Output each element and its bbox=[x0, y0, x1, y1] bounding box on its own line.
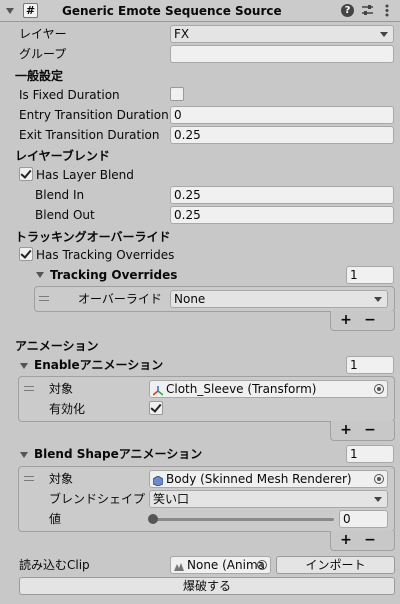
exit-transition-label: Exit Transition Duration bbox=[19, 128, 160, 142]
enable-list-footer: + − bbox=[330, 421, 395, 441]
blendshape-target-label: 対象 bbox=[49, 472, 74, 486]
tracking-count-input[interactable]: 1 bbox=[346, 266, 394, 284]
tracking-heading: トラッキングオーバーライド bbox=[15, 230, 171, 244]
tracking-item-label: オーバーライド bbox=[78, 292, 162, 306]
group-label: グループ bbox=[19, 47, 67, 61]
add-button[interactable]: + bbox=[335, 531, 357, 549]
enable-list-foldout-icon[interactable] bbox=[20, 363, 28, 369]
blendshape-target-field[interactable]: Body (Skinned Mesh Renderer) bbox=[149, 470, 388, 488]
has-layer-blend-checkbox[interactable] bbox=[19, 167, 33, 181]
object-picker-icon[interactable] bbox=[257, 560, 267, 570]
is-fixed-duration-label: Is Fixed Duration bbox=[19, 88, 120, 102]
enable-list-title: Enableアニメーション bbox=[34, 358, 164, 372]
blend-in-label: Blend In bbox=[35, 188, 85, 202]
remove-button[interactable]: − bbox=[359, 421, 381, 439]
blendshape-shape-label: ブレンドシェイプ bbox=[49, 492, 146, 506]
import-button[interactable]: インポート bbox=[276, 556, 395, 574]
remove-button[interactable]: − bbox=[359, 311, 381, 329]
drag-handle-icon[interactable] bbox=[24, 386, 34, 391]
context-menu-icon[interactable] bbox=[381, 3, 393, 18]
group-input[interactable] bbox=[170, 45, 394, 63]
help-icon[interactable]: ? bbox=[341, 4, 354, 17]
drag-handle-icon[interactable] bbox=[24, 476, 34, 481]
enable-enabled-checkbox[interactable] bbox=[149, 401, 163, 415]
blendshape-list-footer: + − bbox=[330, 531, 395, 551]
blendshape-target-value: Body (Skinned Mesh Renderer) bbox=[166, 472, 352, 486]
blendshape-list-foldout-icon[interactable] bbox=[20, 452, 28, 458]
foldout-arrow-icon[interactable] bbox=[6, 8, 14, 14]
tracking-item-value: None bbox=[174, 292, 206, 306]
object-picker-icon[interactable] bbox=[374, 384, 384, 394]
has-tracking-overrides-label: Has Tracking Overrides bbox=[36, 248, 175, 262]
animation-heading: アニメーション bbox=[15, 339, 99, 353]
enable-target-value: Cloth_Sleeve (Transform) bbox=[166, 382, 317, 396]
skinned-mesh-icon bbox=[152, 474, 164, 487]
is-fixed-duration-checkbox[interactable] bbox=[170, 87, 184, 101]
preset-icon[interactable] bbox=[361, 4, 374, 17]
add-button[interactable]: + bbox=[335, 311, 357, 329]
enable-target-field[interactable]: Cloth_Sleeve (Transform) bbox=[149, 380, 388, 398]
chevron-down-icon bbox=[374, 297, 382, 302]
enable-enabled-label: 有効化 bbox=[49, 402, 86, 416]
layer-blend-heading: レイヤーブレンド bbox=[15, 149, 110, 163]
object-picker-icon[interactable] bbox=[374, 474, 384, 484]
tracking-list-footer: + − bbox=[330, 311, 395, 331]
animation-clip-icon bbox=[174, 560, 184, 571]
has-layer-blend-label: Has Layer Blend bbox=[36, 168, 134, 182]
drag-handle-icon[interactable] bbox=[39, 296, 49, 301]
component-title: Generic Emote Sequence Source bbox=[62, 4, 282, 18]
blendshape-list-title: Blend Shapeアニメーション bbox=[34, 447, 203, 461]
chevron-down-icon bbox=[380, 32, 388, 37]
explode-button[interactable]: 爆破する bbox=[19, 577, 395, 595]
has-tracking-overrides-checkbox[interactable] bbox=[19, 247, 33, 261]
layer-label: レイヤー bbox=[19, 27, 67, 41]
exit-transition-input[interactable]: 0.25 bbox=[170, 126, 394, 144]
blendshape-value-input[interactable]: 0 bbox=[339, 510, 388, 528]
chevron-down-icon bbox=[374, 497, 382, 502]
blendshape-shape-dropdown[interactable]: 笑い口 bbox=[149, 490, 388, 508]
blend-out-input[interactable]: 0.25 bbox=[170, 206, 394, 224]
clip-field[interactable]: None (Anima bbox=[170, 556, 271, 574]
blend-in-input[interactable]: 0.25 bbox=[170, 186, 394, 204]
tracking-item-dropdown[interactable]: None bbox=[170, 290, 388, 308]
enable-count-input[interactable]: 1 bbox=[346, 356, 394, 374]
clip-label: 読み込むClip bbox=[19, 558, 90, 572]
blendshape-count-input[interactable]: 1 bbox=[346, 445, 394, 463]
add-button[interactable]: + bbox=[335, 421, 357, 439]
blend-out-label: Blend Out bbox=[35, 208, 95, 222]
tracking-list-foldout-icon[interactable] bbox=[36, 272, 44, 278]
enable-target-label: 対象 bbox=[49, 382, 74, 396]
blendshape-slider-track[interactable] bbox=[152, 518, 334, 521]
layer-dropdown-value: FX bbox=[174, 27, 190, 41]
transform-icon bbox=[152, 384, 164, 396]
tracking-list-title: Tracking Overrides bbox=[50, 268, 178, 282]
blendshape-shape-value: 笑い口 bbox=[153, 492, 190, 506]
blendshape-value-label: 値 bbox=[49, 512, 62, 526]
script-icon: # bbox=[23, 3, 38, 18]
clip-value: None (Anima bbox=[187, 558, 265, 572]
blendshape-slider-thumb[interactable] bbox=[148, 514, 158, 524]
remove-button[interactable]: − bbox=[359, 531, 381, 549]
entry-transition-label: Entry Transition Duration bbox=[19, 108, 169, 122]
layer-dropdown[interactable]: FX bbox=[170, 25, 394, 43]
entry-transition-input[interactable]: 0 bbox=[170, 106, 394, 124]
general-heading: 一般設定 bbox=[15, 69, 64, 83]
